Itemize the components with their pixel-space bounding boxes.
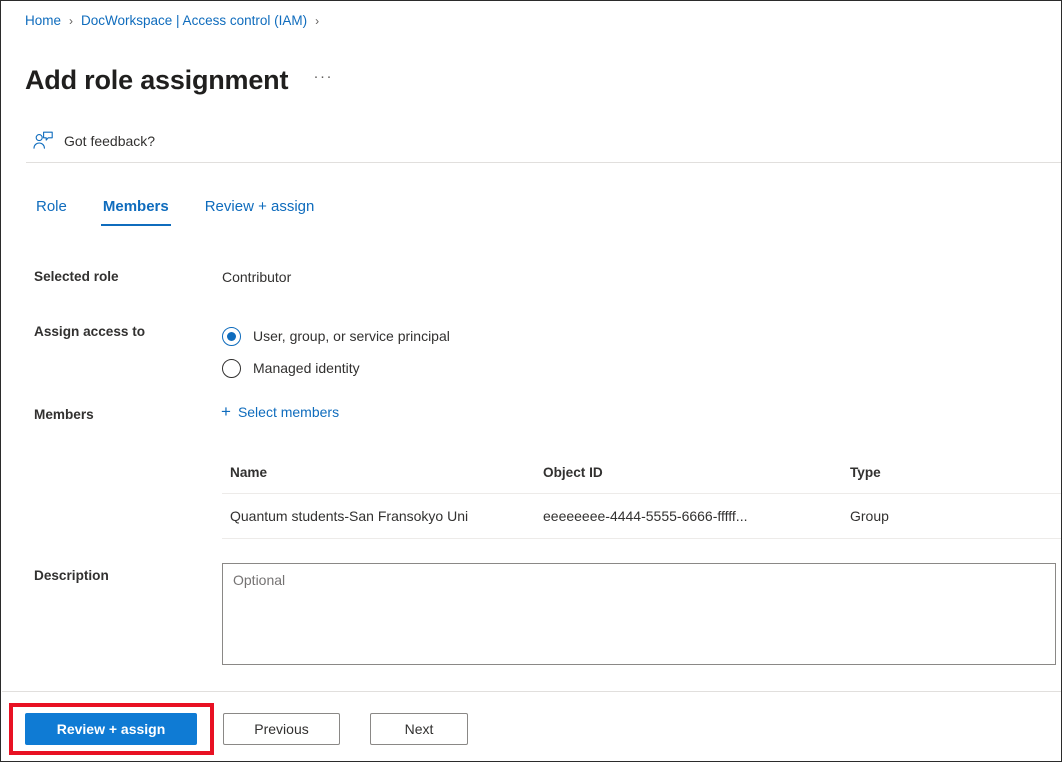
next-button[interactable]: Next [370, 713, 468, 745]
tab-members[interactable]: Members [101, 195, 171, 226]
plus-icon: + [221, 405, 231, 419]
feedback-divider [26, 162, 1062, 163]
got-feedback-button[interactable]: Got feedback? [26, 126, 161, 156]
radio-managed-identity[interactable]: Managed identity [222, 352, 450, 384]
table-header-row: Name Object ID Type [222, 459, 1062, 494]
selected-role-value: Contributor [222, 269, 291, 285]
radio-selected-icon [222, 327, 241, 346]
page-title: Add role assignment [25, 63, 288, 97]
assign-access-to-label: Assign access to [34, 324, 145, 339]
breadcrumb-item-home[interactable]: Home [25, 12, 61, 30]
got-feedback-label: Got feedback? [64, 133, 155, 149]
chevron-right-icon-2: › [315, 12, 319, 30]
cell-member-name: Quantum students-San Fransokyo Uni [222, 494, 535, 539]
column-header-object-id: Object ID [535, 459, 842, 494]
footer-action-bar: Review + assign Previous Next [1, 692, 1062, 762]
tab-role-label: Role [36, 198, 67, 215]
tab-review-assign-label: Review + assign [205, 198, 315, 215]
cell-member-type: Group [842, 494, 1062, 539]
members-table: Name Object ID Type Quantum students-San… [222, 459, 1062, 539]
add-role-assignment-page: Home › DocWorkspace | Access control (IA… [0, 0, 1062, 762]
selected-role-label: Selected role [34, 269, 119, 284]
radio-user-group-service-principal-label: User, group, or service principal [253, 328, 450, 344]
radio-user-group-service-principal[interactable]: User, group, or service principal [222, 320, 450, 352]
cell-member-object-id: eeeeeeee-4444-5555-6666-fffff... [535, 494, 842, 539]
review-assign-button[interactable]: Review + assign [25, 713, 197, 745]
tab-role[interactable]: Role [34, 195, 69, 226]
table-row[interactable]: Quantum students-San Fransokyo Uni eeeee… [222, 494, 1062, 539]
description-label: Description [34, 568, 109, 583]
previous-button[interactable]: Previous [223, 713, 340, 745]
tab-members-label: Members [103, 198, 169, 215]
members-label: Members [34, 407, 94, 422]
description-input[interactable] [222, 563, 1056, 665]
wizard-tabs: Role Members Review + assign [34, 195, 348, 226]
column-header-type: Type [842, 459, 1062, 494]
tab-review-assign[interactable]: Review + assign [203, 195, 317, 226]
breadcrumb: Home › DocWorkspace | Access control (IA… [25, 12, 327, 30]
feedback-bar: Got feedback? [26, 123, 1060, 159]
assign-access-to-radio-group: User, group, or service principal Manage… [222, 320, 450, 384]
radio-dot [227, 332, 236, 341]
breadcrumb-item-access-control[interactable]: DocWorkspace | Access control (IAM) [81, 12, 307, 30]
column-header-name: Name [222, 459, 535, 494]
feedback-person-icon [32, 130, 54, 152]
radio-managed-identity-label: Managed identity [253, 360, 360, 376]
select-members-button[interactable]: + Select members [221, 404, 339, 420]
title-row: Add role assignment ··· [25, 45, 336, 115]
radio-unselected-icon [222, 359, 241, 378]
chevron-right-icon: › [69, 12, 73, 30]
select-members-label: Select members [238, 404, 339, 420]
more-options-icon[interactable]: ··· [310, 67, 336, 93]
